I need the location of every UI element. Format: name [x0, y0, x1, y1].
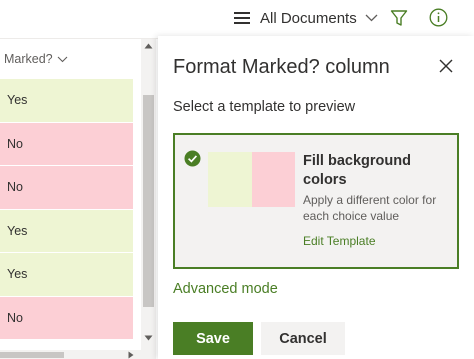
template-card-fill-background[interactable]: Fill background colors Apply a different…	[173, 133, 459, 269]
cell-value: Yes	[7, 93, 28, 108]
panel-title: Format Marked? column	[173, 56, 390, 78]
cancel-button[interactable]: Cancel	[261, 322, 345, 355]
list-row[interactable]: Yes	[0, 209, 133, 253]
scroll-down-icon[interactable]	[144, 335, 153, 341]
template-title: Fill background colors	[303, 153, 411, 188]
scroll-up-icon[interactable]	[144, 43, 153, 49]
vertical-scrollbar[interactable]	[141, 39, 156, 359]
info-icon[interactable]	[429, 8, 448, 27]
view-label: All Documents	[260, 9, 357, 27]
list-gutter	[133, 79, 141, 359]
cell-value: No	[7, 180, 23, 195]
panel-subtitle: Select a template to preview	[173, 99, 356, 115]
list-row[interactable]: No	[0, 166, 133, 210]
cell-value: No	[7, 310, 23, 325]
cell-value: Yes	[7, 267, 28, 282]
scroll-right-icon[interactable]	[128, 351, 134, 359]
save-button[interactable]: Save	[173, 322, 253, 355]
template-description: Apply a different color for each choice …	[303, 193, 437, 223]
checkmark-circle-icon	[184, 150, 201, 167]
column-header-marked[interactable]: Marked?	[0, 39, 133, 79]
advanced-mode-link[interactable]: Advanced mode	[173, 281, 278, 297]
column-header-label: Marked?	[4, 52, 53, 66]
chevron-down-icon	[57, 56, 68, 62]
format-column-panel: Format Marked? column Select a template …	[158, 36, 474, 359]
vertical-scroll-thumb[interactable]	[143, 95, 154, 307]
edit-template-link[interactable]: Edit Template	[303, 234, 376, 248]
hamburger-icon	[234, 12, 250, 24]
command-bar: All Documents	[0, 0, 474, 36]
preview-swatch-no	[251, 152, 295, 207]
horizontal-scrollbar[interactable]	[0, 350, 141, 359]
list-rows: Yes No No Yes Yes No	[0, 79, 133, 340]
cell-value: No	[7, 136, 23, 151]
preview-swatch-yes	[208, 152, 252, 207]
list-row[interactable]: Yes	[0, 253, 133, 297]
list-row[interactable]: Yes	[0, 79, 133, 123]
filter-icon[interactable]	[390, 9, 408, 27]
close-icon[interactable]	[438, 58, 454, 74]
document-list: Marked? Yes No No Yes Yes No	[0, 38, 158, 359]
cell-value: Yes	[7, 223, 28, 238]
chevron-down-icon	[365, 14, 378, 22]
list-row[interactable]: No	[0, 122, 133, 166]
list-row[interactable]: No	[0, 296, 133, 340]
template-preview	[208, 152, 295, 207]
view-switcher[interactable]: All Documents	[234, 7, 378, 29]
horizontal-scroll-thumb[interactable]	[0, 352, 64, 358]
